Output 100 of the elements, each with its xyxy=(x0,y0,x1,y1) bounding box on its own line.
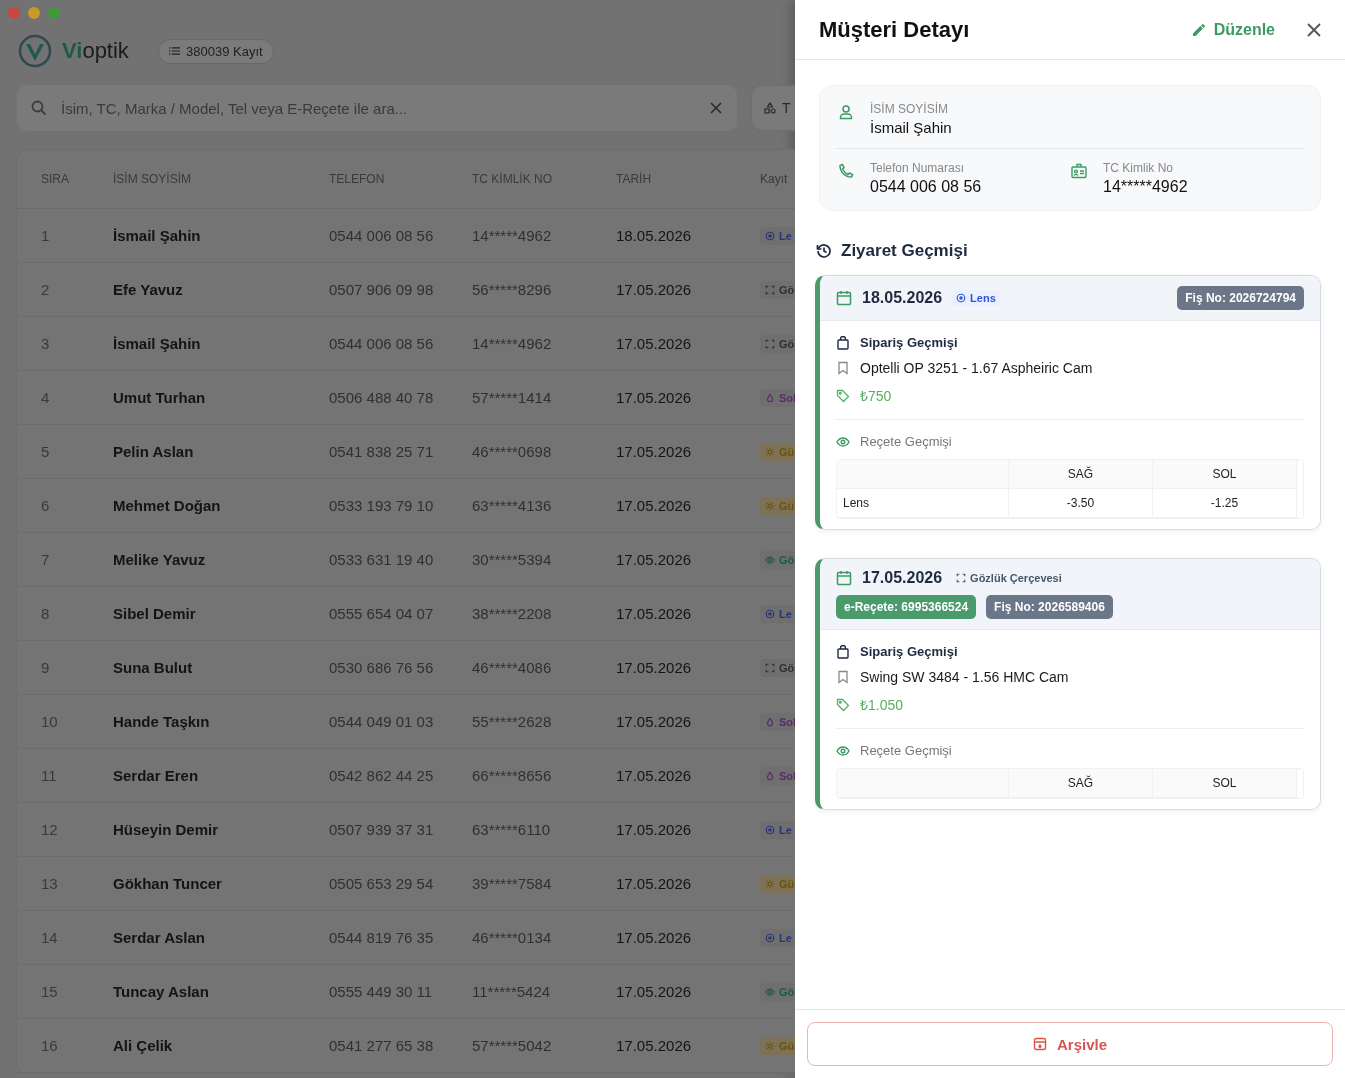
table-cell-text: İsmail Şahin xyxy=(113,335,202,352)
table-cell-text: 0544 049 01 03 xyxy=(329,713,435,730)
visit-corners-icon xyxy=(956,573,967,583)
search-icon xyxy=(31,100,47,116)
table-cell-text: 0544 006 08 56 xyxy=(329,335,435,352)
history-icon xyxy=(815,242,833,260)
type-badge: Sol xyxy=(760,388,795,407)
eye-icon xyxy=(836,743,850,758)
table-cell-text: 17.05.2026 xyxy=(616,551,693,568)
filter-button[interactable]: T xyxy=(751,85,795,131)
phone-icon xyxy=(838,163,854,179)
order-title: Sipariş Geçmişi xyxy=(860,644,958,659)
table-cell-text: Ali Çelik xyxy=(113,1037,174,1054)
badge-target-icon xyxy=(765,230,775,241)
bookmark-icon xyxy=(836,361,850,375)
table-cell-text: 5 xyxy=(41,443,51,460)
type-badge: Lens xyxy=(952,290,1000,306)
product-name: Swing SW 3484 - 1.56 HMC Cam xyxy=(860,669,1069,685)
column-header: Kayıt xyxy=(760,172,789,186)
table-cell-text: Hande Taşkın xyxy=(113,713,211,730)
table-cell: -1.25 xyxy=(1153,489,1297,518)
badge-corners-icon xyxy=(765,662,775,673)
visit-date: 18.05.2026 xyxy=(862,289,943,307)
brand-name: Vioptik xyxy=(62,38,130,64)
type-badge: Sol xyxy=(760,766,795,785)
table-cell-text: Sibel Demir xyxy=(113,605,197,622)
table-cell-text: İsmail Şahin xyxy=(113,227,202,244)
table-cell-text: 17.05.2026 xyxy=(616,605,693,622)
table-cell-text: Suna Bulut xyxy=(113,659,194,676)
search-field[interactable]: İsim, TC, Marka / Model, Tel veya E-Reçete ile ara... xyxy=(17,85,737,131)
table-cell-text: 38*****2208 xyxy=(472,605,553,622)
panel-title: Müşteri Detayı xyxy=(819,16,971,43)
window-close-control[interactable] xyxy=(8,7,20,19)
badge-corners-icon xyxy=(765,338,775,349)
badge-eye-icon xyxy=(765,554,775,565)
order-title: Sipariş Geçmişi xyxy=(860,335,958,350)
table-cell-text: 15 xyxy=(41,983,59,1000)
edit-button[interactable]: Düzenle xyxy=(1187,16,1279,43)
type-badge: Gö xyxy=(760,658,795,677)
section-title: Ziyaret Geçmişi xyxy=(841,241,968,261)
badge-drop-icon xyxy=(765,716,775,727)
table-cell-text: 0541 838 25 71 xyxy=(329,443,435,460)
type-badge: Le xyxy=(760,928,795,947)
column-header: SIRA xyxy=(41,172,70,186)
column-header: SAĞ xyxy=(1009,769,1153,798)
table-cell-text: Efe Yavuz xyxy=(113,281,184,298)
table-cell-text: 2 xyxy=(41,281,51,298)
calendar-icon xyxy=(836,290,852,306)
table-cell-text: Gökhan Tuncer xyxy=(113,875,223,892)
window-minimize-control[interactable] xyxy=(28,7,40,19)
eye-icon xyxy=(836,434,850,449)
calendar-icon xyxy=(836,570,852,586)
archive-button[interactable]: Arşivle xyxy=(807,1022,1333,1066)
type-badge: Sol xyxy=(760,712,795,731)
table-cell-text: 14*****4962 xyxy=(472,335,553,352)
price: ₺750 xyxy=(860,387,892,405)
window-zoom-control[interactable] xyxy=(48,7,60,19)
table-cell-text: Tuncay Aslan xyxy=(113,983,210,1000)
table-cell-text: 0542 862 44 25 xyxy=(329,767,435,784)
table-cell-text: 17.05.2026 xyxy=(616,875,693,892)
table-cell-text: 17.05.2026 xyxy=(616,497,693,514)
archive-box-icon xyxy=(1032,1037,1047,1051)
badge-drop-icon xyxy=(765,770,775,781)
type-badge: Le xyxy=(760,226,795,245)
shapes-icon xyxy=(764,102,776,114)
badge-corners-icon xyxy=(765,284,775,295)
column-header: SOL xyxy=(1153,460,1297,489)
table-cell-text: Hüseyin Demir xyxy=(113,821,220,838)
table-cell-text: Serdar Aslan xyxy=(113,929,206,946)
table-cell-text: 17.05.2026 xyxy=(616,983,693,1000)
receipt-badge: Fiş No: 2026589406 xyxy=(986,595,1113,619)
table-cell-text: 0544 006 08 56 xyxy=(329,227,435,244)
column-header: TC KİMLİK NO xyxy=(472,172,553,186)
field-label: TC Kimlik No xyxy=(1103,161,1174,175)
type-badge: Gü xyxy=(760,874,795,893)
table-cell-text: 6 xyxy=(41,497,51,514)
close-icon[interactable] xyxy=(1307,22,1321,37)
clear-icon[interactable] xyxy=(710,102,722,114)
table-cell-text: 0533 631 19 40 xyxy=(329,551,435,568)
table-cell-text: Serdar Eren xyxy=(113,767,200,784)
table-cell-text: 16 xyxy=(41,1037,59,1054)
v-logo-icon xyxy=(18,34,52,68)
table-cell-text: 0555 449 30 11 xyxy=(329,983,434,1000)
table-cell-text: 11*****5424 xyxy=(472,983,552,1000)
table-cell-text: 3 xyxy=(41,335,51,352)
table-cell-text: 9 xyxy=(41,659,51,676)
column-header: SAĞ xyxy=(1009,460,1153,489)
table-cell-text: Mehmet Doğan xyxy=(113,497,222,514)
type-label: Gözlük Çerçevesi xyxy=(952,570,1066,586)
table-cell-text: 17.05.2026 xyxy=(616,713,693,730)
type-badge: Le xyxy=(760,820,795,839)
type-badge: Gö xyxy=(760,550,795,569)
table-cell-text: 0533 193 79 10 xyxy=(329,497,435,514)
table-cell-text: 63*****6110 xyxy=(472,821,552,838)
person-icon xyxy=(838,104,854,120)
table-cell-text: 66*****8656 xyxy=(472,767,553,784)
column-header: TELEFON xyxy=(329,172,386,186)
table-cell-text: Melike Yavuz xyxy=(113,551,207,568)
table-cell-text: 11 xyxy=(41,767,58,784)
receipt-badge: Fiş No: 2026724794 xyxy=(1177,286,1304,310)
